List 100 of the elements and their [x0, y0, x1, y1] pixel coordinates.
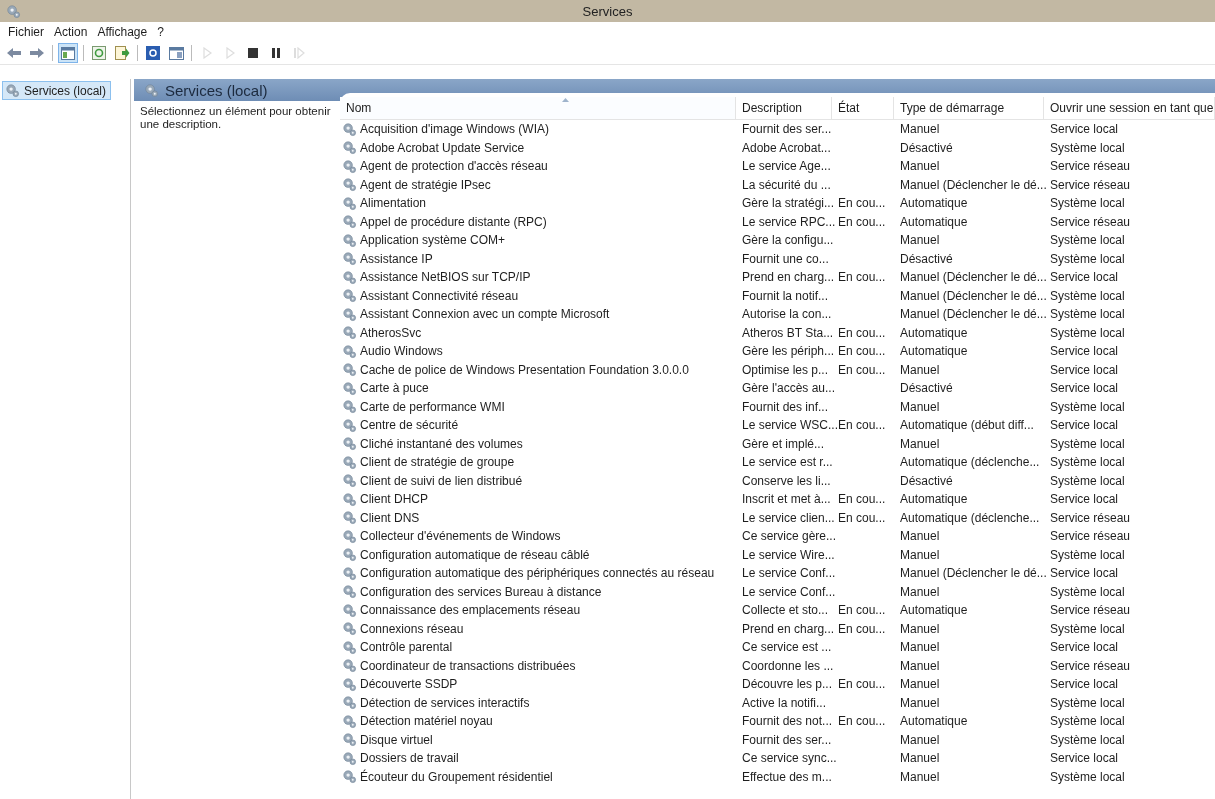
service-name[interactable]: Audio Windows [360, 344, 443, 359]
service-description: Le service Conf... [742, 566, 836, 581]
logon-account: Service réseau [1050, 603, 1131, 618]
service-icon [342, 713, 357, 729]
service-name[interactable]: Acquisition d'image Windows (WIA) [360, 122, 550, 137]
logon-account: Système local [1050, 325, 1125, 340]
column-header[interactable]: Nom [340, 97, 736, 120]
service-name[interactable]: Cache de police de Windows Presentation Foundation 3.0.0.0 [360, 362, 689, 377]
service-name[interactable]: Découverte SSDP [360, 677, 458, 692]
logon-account: Service réseau [1050, 510, 1131, 525]
logon-account: Système local [1050, 473, 1125, 488]
service-name[interactable]: Adobe Acrobat Update Service [360, 140, 525, 155]
service-description: Le service Conf... [742, 584, 836, 599]
service-description: Coordonne les ... [742, 658, 834, 673]
service-name[interactable]: Dossiers de travail [360, 751, 459, 766]
startup-type: Automatique (début diff... [900, 418, 1034, 433]
refresh-icon[interactable] [89, 43, 109, 63]
logon-account: Système local [1050, 233, 1125, 248]
description-text: Sélectionnez un élément pour obtenir une description. [140, 105, 332, 131]
service-name[interactable]: Connaissance des emplacements réseau [360, 603, 581, 618]
column-header[interactable]: Type de démarrage [894, 97, 1044, 120]
menu-item[interactable]: Fichier [4, 25, 48, 39]
startup-type: Manuel [900, 584, 940, 599]
column-header[interactable]: État [832, 97, 894, 120]
service-description: Ce service sync... [742, 751, 837, 766]
service-name[interactable]: Client de stratégie de groupe [360, 455, 515, 470]
startup-type: Désactivé [900, 140, 953, 155]
startup-type: Automatique [900, 344, 968, 359]
services-icon [144, 82, 159, 98]
service-description: Gère et implé... [742, 436, 825, 451]
service-icon [342, 269, 357, 285]
service-description: Prend en charg... [742, 270, 835, 285]
logon-account: Système local [1050, 140, 1125, 155]
menu-item[interactable]: ? [153, 25, 168, 39]
service-description: Fournit des ser... [742, 732, 832, 747]
startup-type: Manuel [900, 529, 940, 544]
service-name[interactable]: Configuration des services Bureau à distance [360, 584, 602, 599]
service-name[interactable]: Assistant Connexion avec un compte Microsoft [360, 307, 610, 322]
service-name[interactable]: Alimentation [360, 196, 427, 211]
service-name[interactable]: Détection de services interactifs [360, 695, 530, 710]
service-description: Conserve les li... [742, 473, 831, 488]
service-icon [342, 602, 357, 618]
column-header[interactable]: Description [736, 97, 832, 120]
service-name[interactable]: Détection matériel noyau [360, 714, 493, 729]
service-icon [342, 214, 357, 230]
window-title: Services [582, 3, 633, 19]
service-icon [342, 454, 357, 470]
menu-item[interactable]: Action [50, 25, 92, 39]
logon-account: Système local [1050, 584, 1125, 599]
service-name[interactable]: Centre de sécurité [360, 418, 459, 433]
startup-type: Manuel [900, 677, 940, 692]
logon-account: Service local [1050, 270, 1119, 285]
service-name[interactable]: Coordinateur de transactions distribuées [360, 658, 576, 673]
logon-account: Système local [1050, 399, 1125, 414]
service-name[interactable]: Connexions réseau [360, 621, 464, 636]
service-name[interactable]: Carte à puce [360, 381, 429, 396]
service-name[interactable]: Cliché instantané des volumes [360, 436, 523, 451]
service-status: En cou... [838, 196, 886, 211]
service-name[interactable]: Assistant Connectivité réseau [360, 288, 519, 303]
service-description: Gère la configu... [742, 233, 834, 248]
startup-type: Manuel (Déclencher le dé... [900, 288, 1047, 303]
service-name[interactable]: Écouteur du Groupement résidentiel [360, 769, 553, 784]
service-name[interactable]: Assistance IP [360, 251, 433, 266]
service-icon [342, 658, 357, 674]
service-icon [342, 343, 357, 359]
tree-item[interactable]: Services (local) [2, 81, 112, 100]
service-description: Découvre les p... [742, 677, 833, 692]
service-name[interactable]: Application système COM+ [360, 233, 506, 248]
service-name[interactable]: AtherosSvc [360, 325, 422, 340]
column-header[interactable]: Ouvrir une session en tant que [1044, 97, 1215, 120]
service-name[interactable]: Client de suivi de lien distribué [360, 473, 523, 488]
service-name[interactable]: Client DNS [360, 510, 420, 525]
tree-pane-icon[interactable] [58, 43, 78, 63]
startup-type: Automatique (déclenche... [900, 455, 1040, 470]
help-icon[interactable] [143, 43, 163, 63]
service-description: Le service Age... [742, 159, 831, 174]
service-name[interactable]: Contrôle parental [360, 640, 453, 655]
service-name[interactable]: Client DHCP [360, 492, 428, 507]
service-name[interactable]: Agent de stratégie IPsec [360, 177, 491, 192]
logon-account: Système local [1050, 436, 1125, 451]
service-name[interactable]: Configuration automatique des périphériques connectés au réseau [360, 566, 715, 581]
service-status: En cou... [838, 270, 886, 285]
service-name[interactable]: Agent de protection d'accès réseau [360, 159, 548, 174]
service-name[interactable]: Appel de procédure distante (RPC) [360, 214, 547, 229]
service-description: Fournit des inf... [742, 399, 829, 414]
logon-account: Service local [1050, 418, 1119, 433]
startup-type: Manuel [900, 769, 940, 784]
startup-type: Désactivé [900, 473, 953, 488]
service-icon [342, 380, 357, 396]
service-name[interactable]: Collecteur d'événements de Windows [360, 529, 561, 544]
service-name[interactable]: Carte de performance WMI [360, 399, 505, 414]
menu-item[interactable]: Affichage [93, 25, 152, 39]
service-name[interactable]: Disque virtuel [360, 732, 433, 747]
service-description: Le service est r... [742, 455, 833, 470]
export-icon[interactable] [112, 43, 132, 63]
startup-type: Manuel [900, 122, 940, 137]
service-description: Ce service gère... [742, 529, 837, 544]
service-name[interactable]: Assistance NetBIOS sur TCP/IP [360, 270, 531, 285]
service-name[interactable]: Configuration automatique de réseau câblé [360, 547, 590, 562]
service-status: En cou... [838, 492, 886, 507]
